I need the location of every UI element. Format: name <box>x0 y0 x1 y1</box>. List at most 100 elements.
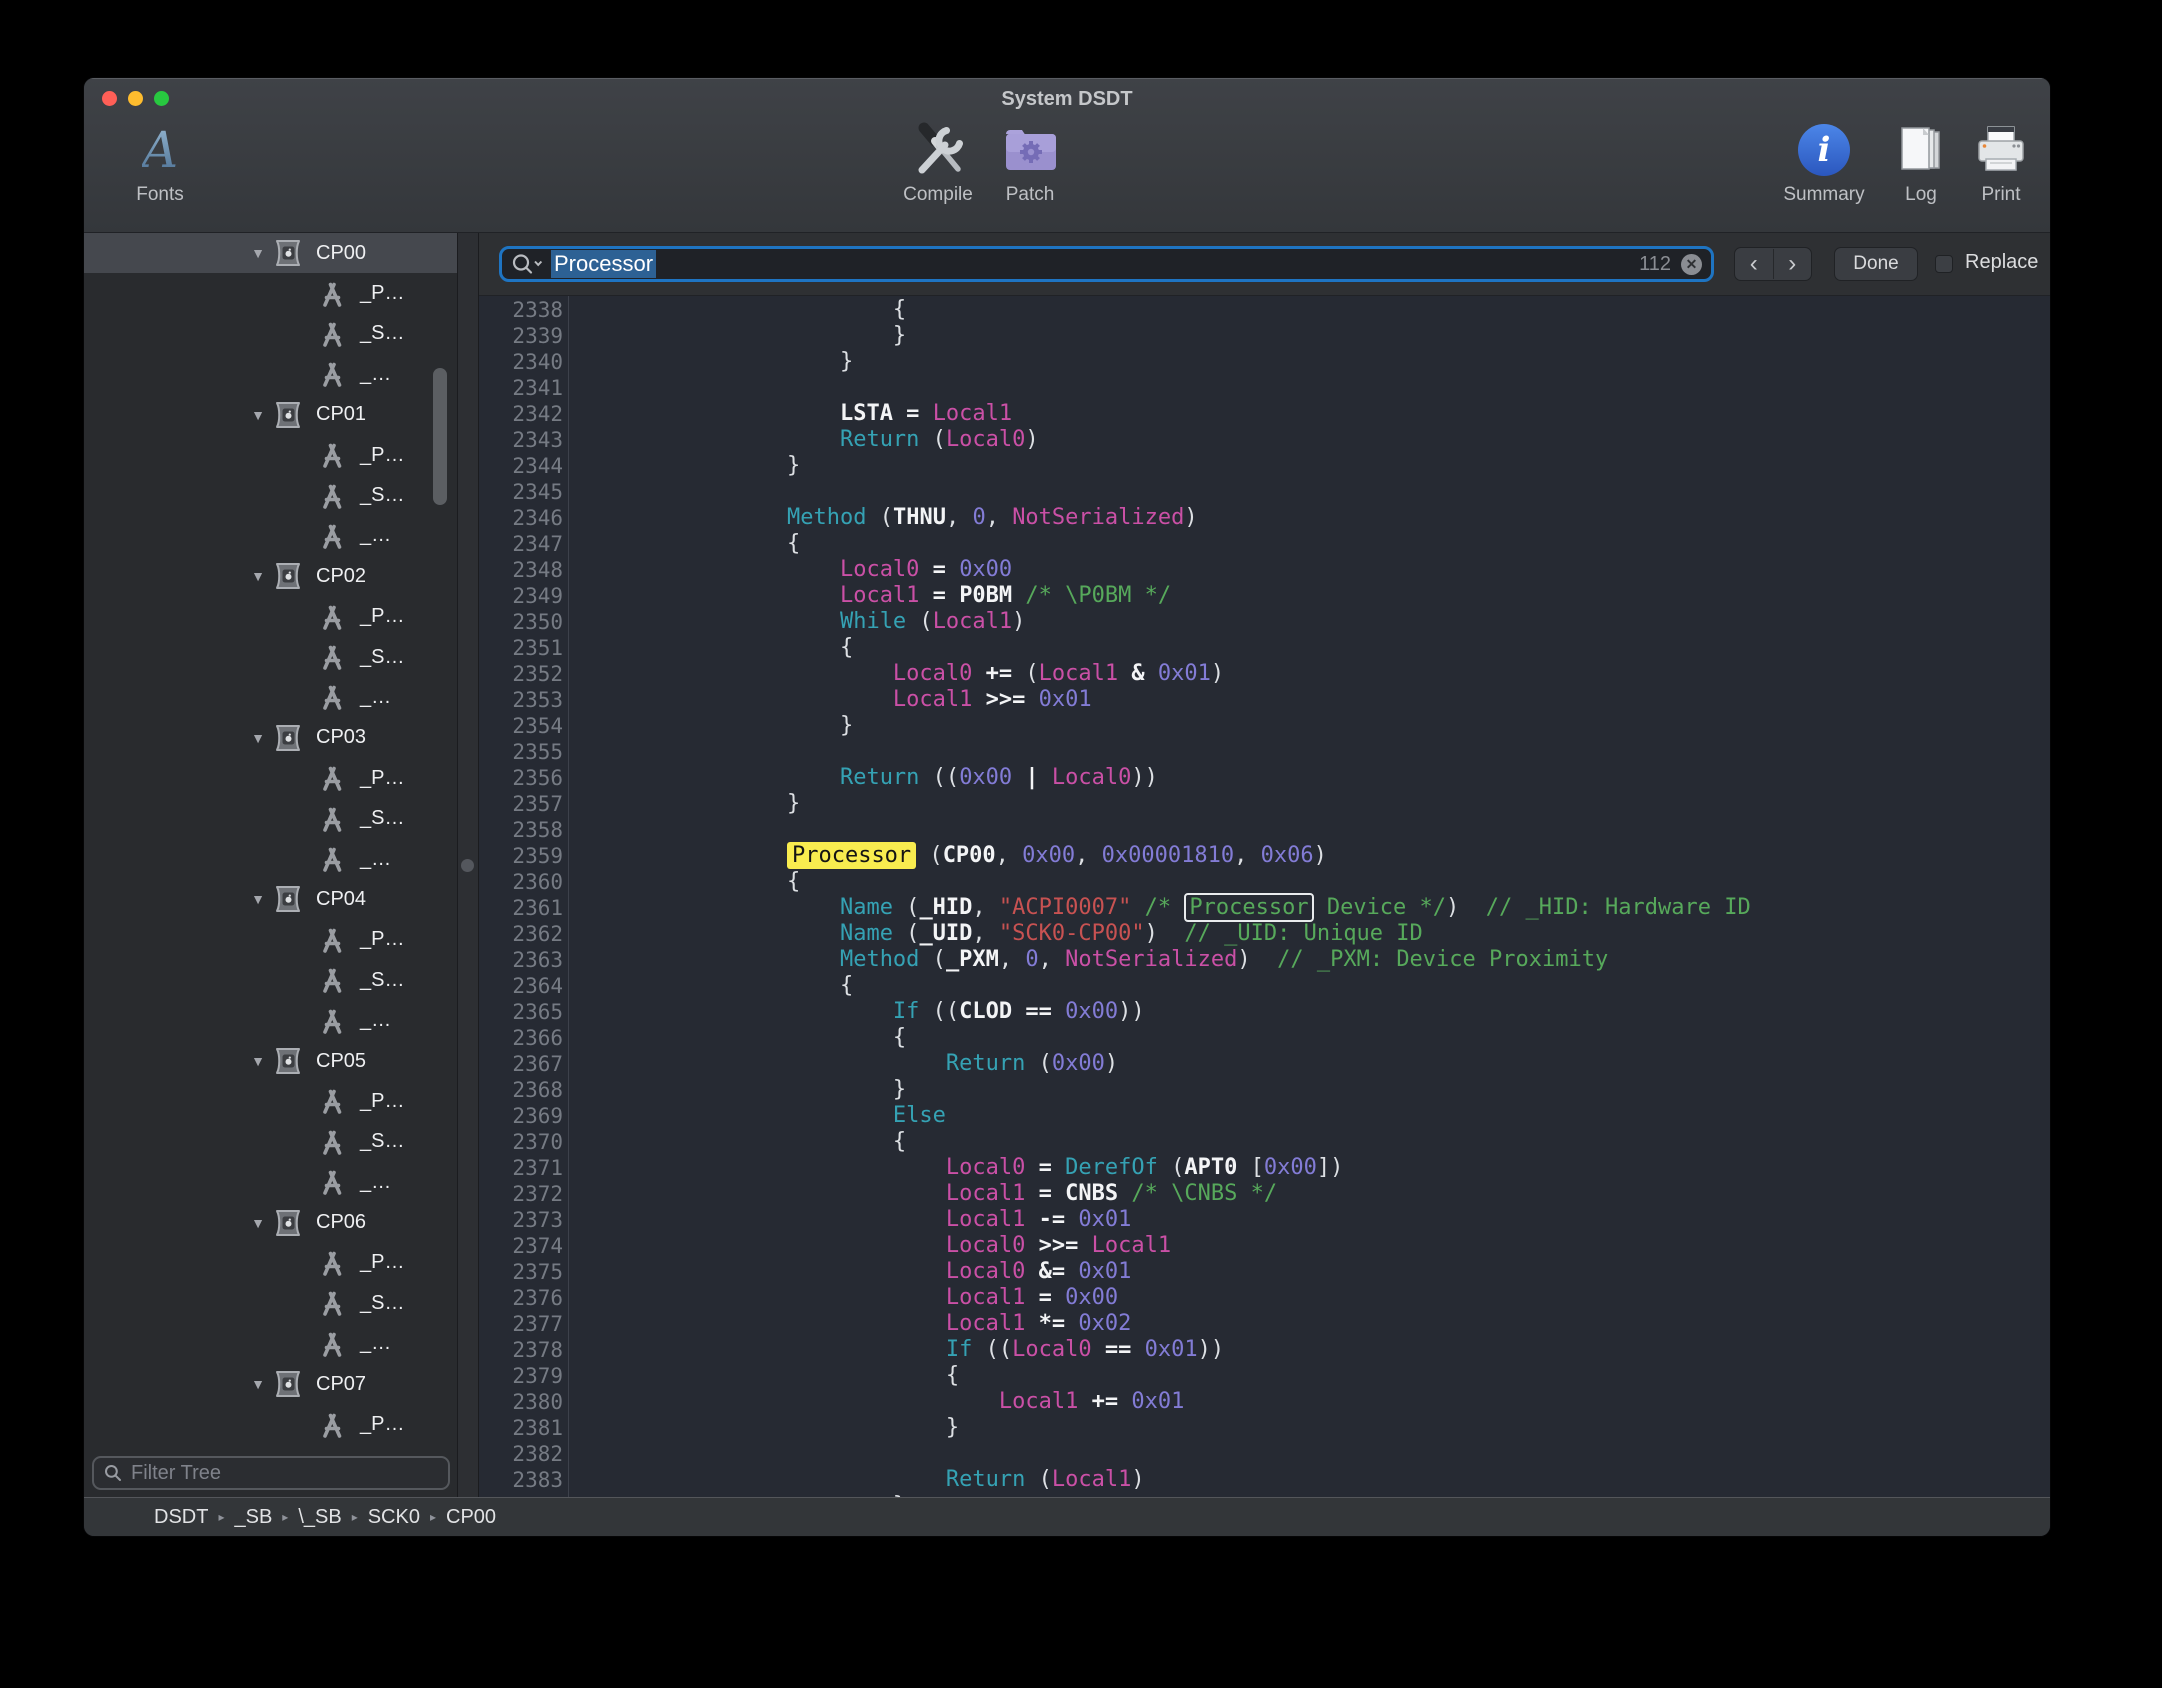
sidebar-splitter[interactable] <box>457 233 479 1497</box>
code-line: 2343 Return (Local0) <box>479 427 2050 453</box>
tree-child-row[interactable]: _P… <box>84 597 457 637</box>
breadcrumb-separator-icon: ▸ <box>352 1510 358 1524</box>
fonts-button[interactable]: A Fonts <box>115 120 205 206</box>
filter-tree-input[interactable]: Filter Tree <box>92 1456 450 1490</box>
disclosure-triangle-icon[interactable]: ▼ <box>247 730 269 746</box>
line-number: 2356 <box>479 765 563 791</box>
done-button[interactable]: Done <box>1834 247 1918 281</box>
breadcrumb-item[interactable]: \_SB <box>298 1506 341 1529</box>
tree-child-row[interactable]: _… <box>84 1162 457 1202</box>
tree-item-label: _S… <box>360 322 404 345</box>
tree-group-row[interactable]: ▼CP03 <box>84 718 457 758</box>
code-line: 2348 Local0 = 0x00 <box>479 557 2050 583</box>
tree-child-row[interactable]: _S… <box>84 798 457 838</box>
breadcrumb-item[interactable]: CP00 <box>446 1506 496 1529</box>
tree-child-row[interactable]: _S… <box>84 1283 457 1323</box>
sidebar-scrollbar-thumb[interactable] <box>433 368 447 505</box>
splitter-handle-icon[interactable] <box>461 859 474 872</box>
method-icon <box>317 966 347 994</box>
line-number: 2372 <box>479 1181 563 1207</box>
tree-item-label: _P… <box>360 605 404 628</box>
search-match-primary: Processor <box>787 842 916 869</box>
tree-group-row[interactable]: ▼ CP05 <box>84 1041 457 1081</box>
code-line: 2376 Local1 = 0x00 <box>479 1285 2050 1311</box>
replace-checkbox[interactable] <box>1935 255 1953 273</box>
tree-child-row[interactable]: _S… <box>84 314 457 354</box>
tree-child-row[interactable]: _P… <box>84 1404 457 1444</box>
line-number: 2375 <box>479 1259 563 1285</box>
breadcrumb-item[interactable]: DSDT <box>154 1506 208 1529</box>
line-number: 2357 <box>479 791 563 817</box>
tree-item-label: CP05 <box>316 1050 366 1073</box>
tree-child-row[interactable]: _… <box>84 354 457 394</box>
method-icon <box>317 522 347 550</box>
code-line: 2352 Local0 += (Local1 & 0x01) <box>479 661 2050 687</box>
log-button[interactable]: Log <box>1886 120 1956 206</box>
previous-match-button[interactable]: ‹ <box>1735 249 1774 279</box>
code-line: 2347 { <box>479 531 2050 557</box>
summary-button[interactable]: i Summary <box>1769 120 1879 206</box>
next-match-button[interactable]: › <box>1774 249 1812 279</box>
line-number: 2359 <box>479 843 563 869</box>
tree-child-row[interactable]: _P… <box>84 758 457 798</box>
tree-group-row[interactable]: ▼CP06 <box>84 1202 457 1242</box>
tree-group-row[interactable]: ▼CP04 <box>84 879 457 919</box>
line-number: 2352 <box>479 661 563 687</box>
scope-icon <box>273 724 303 752</box>
tree-item-label: _… <box>360 524 391 547</box>
code-line: 2368 } <box>479 1077 2050 1103</box>
disclosure-triangle-icon[interactable]: ▼ <box>247 891 269 907</box>
tree-child-row[interactable]: _P… <box>84 920 457 960</box>
tree-child-row[interactable]: _S… <box>84 960 457 1000</box>
tree-child-row[interactable]: _P… <box>84 435 457 475</box>
patch-button[interactable]: Patch <box>985 120 1075 206</box>
tree-child-row[interactable]: _P… <box>84 273 457 313</box>
line-number: 2355 <box>479 739 563 765</box>
disclosure-triangle-icon[interactable]: ▼ <box>247 1053 269 1069</box>
tree-child-row[interactable]: _S… <box>84 1122 457 1162</box>
tree-child-row[interactable]: _… <box>84 516 457 556</box>
tree-item-label: _P… <box>360 1251 404 1274</box>
sidebar: ▼CP00_P…_S…_…▼CP01_P…_S…_…▼CP02_P…_S…_…▼… <box>84 233 457 1497</box>
code-line: 2342 LSTA = Local1 <box>479 401 2050 427</box>
tree-child-row[interactable]: _… <box>84 677 457 717</box>
scope-icon <box>273 885 303 913</box>
tree-item-label: _S… <box>360 807 404 830</box>
tree-child-row[interactable]: _… <box>84 1000 457 1040</box>
breadcrumb-separator-icon: ▸ <box>218 1510 224 1524</box>
tree-group-row[interactable]: ▼CP02 <box>84 556 457 596</box>
tree-child-row[interactable]: _P… <box>84 1081 457 1121</box>
code-line: 2349 Local1 = P0BM /* \P0BM */ <box>479 583 2050 609</box>
disclosure-triangle-icon[interactable]: ▼ <box>247 1376 269 1392</box>
window-title: System DSDT <box>84 88 2050 111</box>
tree-child-row[interactable]: _S… <box>84 475 457 515</box>
clear-search-button[interactable]: ✕ <box>1681 254 1702 275</box>
tree-group-row[interactable]: ▼CP01 <box>84 395 457 435</box>
disclosure-triangle-icon[interactable]: ▼ <box>247 1215 269 1231</box>
tree: ▼CP00_P…_S…_…▼CP01_P…_S…_…▼CP02_P…_S…_…▼… <box>84 233 457 1451</box>
code-line: 2344 } <box>479 453 2050 479</box>
search-input[interactable]: Processor 112 ✕ <box>499 246 1714 282</box>
tree-child-row[interactable]: _P… <box>84 1243 457 1283</box>
compile-button[interactable]: Compile <box>883 120 993 206</box>
tree-child-row[interactable]: _… <box>84 1324 457 1364</box>
tree-group-row[interactable]: ▼CP00 <box>84 233 457 273</box>
line-number: 2342 <box>479 401 563 427</box>
code-line: 2382 <box>479 1441 2050 1467</box>
code-line: 2365 If ((CLOD == 0x00)) <box>479 999 2050 1025</box>
tree-child-row[interactable]: _S… <box>84 637 457 677</box>
tree-group-row[interactable]: ▼CP07 <box>84 1364 457 1404</box>
tree-child-row[interactable]: _… <box>84 839 457 879</box>
disclosure-triangle-icon[interactable]: ▼ <box>247 245 269 261</box>
line-number: 2376 <box>479 1285 563 1311</box>
method-icon <box>317 1128 347 1156</box>
log-label: Log <box>1905 184 1937 206</box>
tree-item-label: _… <box>360 363 391 386</box>
disclosure-triangle-icon[interactable]: ▼ <box>247 568 269 584</box>
info-icon: i <box>1798 120 1850 180</box>
breadcrumb-item[interactable]: SCK0 <box>368 1506 420 1529</box>
breadcrumb-item[interactable]: _SB <box>234 1506 272 1529</box>
print-button[interactable]: Print <box>1961 120 2041 206</box>
code-editor[interactable]: 2338 {2339 }2340 }23412342 LSTA = Local1… <box>479 296 2050 1497</box>
disclosure-triangle-icon[interactable]: ▼ <box>247 407 269 423</box>
